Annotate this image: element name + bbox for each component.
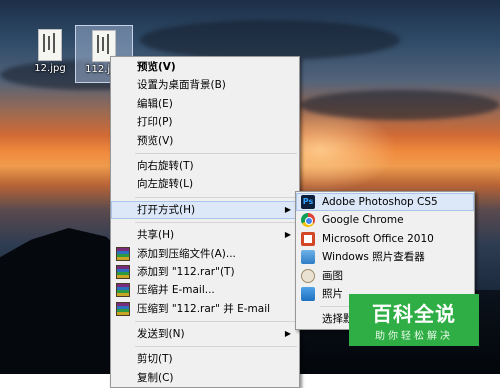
photo-viewer-icon <box>301 250 315 265</box>
menu-item-label: 共享(H) <box>137 229 175 242</box>
paint-icon <box>301 268 315 283</box>
menu-item-label: 照片 <box>322 287 343 300</box>
menu-item-preview[interactable]: 预览(V) <box>111 132 299 150</box>
photos-icon <box>301 286 315 301</box>
menu-item-rotate-right[interactable]: 向右旋转(T) <box>111 157 299 175</box>
watermark-badge: 百科全说 助你轻松解决 <box>349 294 479 346</box>
menu-item-label: 画图 <box>322 269 343 282</box>
menu-item-label: Google Chrome <box>322 214 404 227</box>
submenu-item-chrome[interactable]: Google Chrome <box>296 211 474 229</box>
watermark-subtitle: 助你轻松解决 <box>375 331 453 342</box>
cloud <box>140 20 400 60</box>
watermark-title: 百科全说 <box>372 302 456 326</box>
menu-separator <box>135 346 297 348</box>
menu-item-edit[interactable]: 编辑(E) <box>111 95 299 113</box>
winrar-icon <box>116 264 130 279</box>
menu-item-send-to[interactable]: 发送到(N) ▶ <box>111 325 299 343</box>
menu-item-set-desktop-background[interactable]: 设置为桌面背景(B) <box>111 76 299 94</box>
submenu-arrow-icon: ▶ <box>284 204 291 214</box>
menu-item-label: 添加到压缩文件(A)... <box>137 247 236 260</box>
menu-item-preview-default[interactable]: 预览(V) <box>111 58 299 76</box>
submenu-item-office[interactable]: Microsoft Office 2010 <box>296 230 474 248</box>
menu-item-copy[interactable]: 复制(C) <box>111 369 299 387</box>
submenu-arrow-icon: ▶ <box>284 329 291 339</box>
menu-item-label: 打开方式(H) <box>137 203 196 216</box>
menu-item-label: 发送到(N) <box>137 328 185 341</box>
menu-item-share[interactable]: 共享(H) ▶ <box>111 226 299 244</box>
menu-item-label: Microsoft Office 2010 <box>322 232 434 245</box>
menu-item-label: 设置为桌面背景(B) <box>137 79 226 92</box>
menu-item-compress-112-rar-email[interactable]: 压缩到 "112.rar" 并 E-mail <box>111 300 299 318</box>
menu-item-label: Windows 照片查看器 <box>322 251 425 264</box>
menu-item-label: 预览(V) <box>137 134 174 147</box>
menu-item-add-to-archive[interactable]: 添加到压缩文件(A)... <box>111 245 299 263</box>
menu-item-label: 剪切(T) <box>137 353 173 366</box>
menu-item-label: 添加到 "112.rar"(T) <box>137 265 235 278</box>
submenu-arrow-icon: ▶ <box>284 230 291 240</box>
menu-separator <box>135 152 297 154</box>
office-icon <box>301 231 315 246</box>
menu-item-label: 预览(V) <box>137 61 176 73</box>
menu-separator <box>135 222 297 224</box>
winrar-icon <box>116 301 130 316</box>
menu-item-add-to-112-rar[interactable]: 添加到 "112.rar"(T) <box>111 263 299 281</box>
file-name-label: 12.jpg <box>34 63 66 74</box>
context-menu: 预览(V) 设置为桌面背景(B) 编辑(E) 打印(P) 预览(V) 向右旋转(… <box>110 56 300 388</box>
winrar-icon <box>116 283 130 298</box>
submenu-item-photo-viewer[interactable]: Windows 照片查看器 <box>296 248 474 266</box>
menu-item-rotate-left[interactable]: 向左旋转(L) <box>111 175 299 193</box>
menu-item-compress-email[interactable]: 压缩并 E-mail... <box>111 281 299 299</box>
submenu-item-photoshop[interactable]: Ps Adobe Photoshop CS5 <box>296 193 474 212</box>
submenu-item-paint[interactable]: 画图 <box>296 267 474 285</box>
desktop-file-12-jpg[interactable]: 12.jpg <box>22 25 78 81</box>
menu-separator <box>135 196 297 198</box>
chrome-icon <box>301 213 315 228</box>
menu-item-label: 压缩并 E-mail... <box>137 284 215 297</box>
photoshop-icon: Ps <box>301 195 315 209</box>
mountain-silhouette <box>0 228 125 374</box>
cloud <box>300 90 500 120</box>
menu-item-label: 向右旋转(T) <box>137 159 194 172</box>
menu-item-label: 打印(P) <box>137 116 173 129</box>
image-thumbnail-icon <box>38 29 62 61</box>
menu-item-label: 压缩到 "112.rar" 并 E-mail <box>137 302 271 315</box>
winrar-icon <box>116 246 130 261</box>
menu-item-print[interactable]: 打印(P) <box>111 113 299 131</box>
menu-item-label: 向左旋转(L) <box>137 178 194 191</box>
menu-item-label: 编辑(E) <box>137 97 173 110</box>
menu-separator <box>135 321 297 323</box>
menu-item-open-with[interactable]: 打开方式(H) ▶ <box>111 200 299 220</box>
menu-item-cut[interactable]: 剪切(T) <box>111 350 299 368</box>
menu-item-label: Adobe Photoshop CS5 <box>322 196 438 208</box>
